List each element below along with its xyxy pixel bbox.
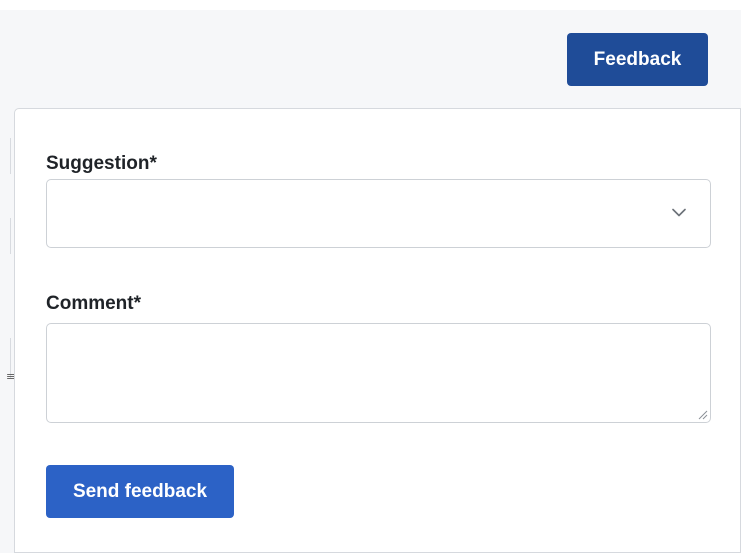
send-feedback-button[interactable]: Send feedback xyxy=(46,465,234,518)
feedback-panel: Suggestion* Comment* Send feedback xyxy=(14,108,741,553)
comment-label: Comment* xyxy=(46,293,142,314)
background-page-edge: ≡ xyxy=(0,108,15,546)
suggestion-label: Suggestion* xyxy=(46,153,157,174)
edge-divider xyxy=(10,138,11,174)
edge-divider xyxy=(10,218,11,254)
feedback-toggle-button[interactable]: Feedback xyxy=(567,33,708,86)
suggestion-select[interactable] xyxy=(46,179,711,248)
chevron-down-icon xyxy=(672,208,686,217)
top-band xyxy=(0,0,741,10)
comment-textarea[interactable] xyxy=(46,323,711,423)
